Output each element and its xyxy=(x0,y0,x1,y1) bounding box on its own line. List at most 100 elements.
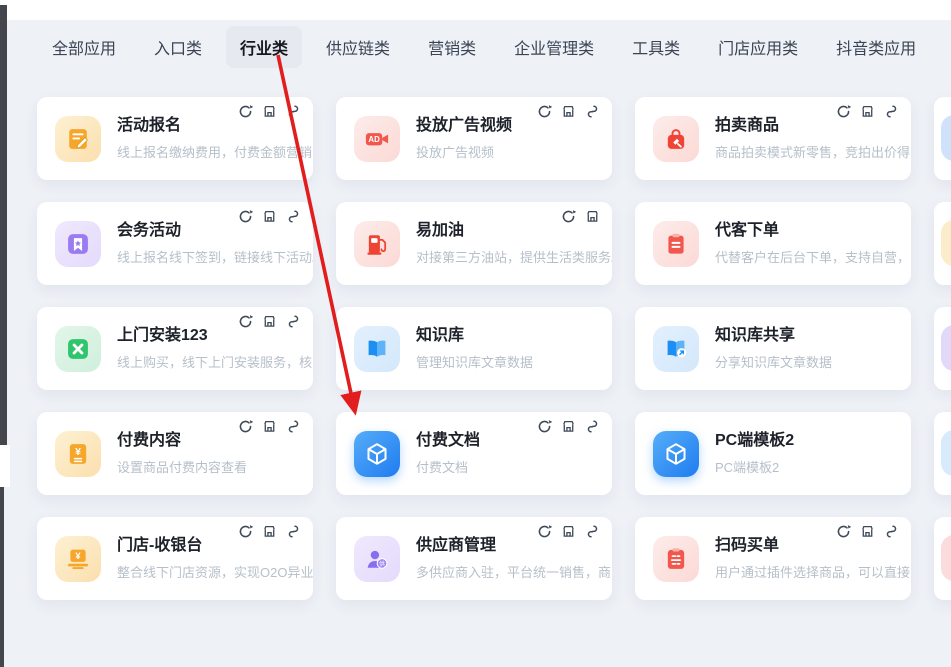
partial-app-icon xyxy=(941,535,951,581)
link-icon[interactable] xyxy=(286,209,301,224)
knowledge-share-icon xyxy=(653,326,699,372)
app-desc: 设置商品付费内容查看 xyxy=(117,457,247,476)
partial-card[interactable] xyxy=(934,517,951,600)
tab-enterprise-mgmt[interactable]: 企业管理类 xyxy=(500,26,608,68)
link-icon[interactable] xyxy=(585,524,600,539)
card-easy-refuel[interactable]: 易加油 对接第三方油站，提供生活类服务。 xyxy=(336,202,612,285)
app-desc: PC端模板2 xyxy=(715,457,794,476)
store-icon[interactable] xyxy=(262,419,277,434)
fuel-pump-icon xyxy=(354,221,400,267)
card-activity-signup[interactable]: 活动报名 线上报名缴纳费用，付费金额营销... xyxy=(37,97,313,180)
link-icon[interactable] xyxy=(585,419,600,434)
category-tab-bar: 全部应用 入口类 行业类 供应链类 营销类 企业管理类 工具类 门店应用类 抖音… xyxy=(38,26,930,68)
app-title: 知识库共享 xyxy=(715,326,832,346)
card-store-cashier[interactable]: ¥ 门店-收银台 整合线下门店资源，实现O2O异业... xyxy=(37,517,313,600)
card-knowledge-share[interactable]: 知识库共享 分享知识库文章数据 xyxy=(635,307,911,390)
app-desc: 线上报名缴纳费用，付费金额营销... xyxy=(117,142,313,161)
link-icon[interactable] xyxy=(286,419,301,434)
refresh-icon[interactable] xyxy=(238,524,253,539)
card-supplier-mgmt[interactable]: 供 供应商管理 多供应商入驻，平台统一销售，商... xyxy=(336,517,612,600)
refresh-icon[interactable] xyxy=(561,209,576,224)
link-icon[interactable] xyxy=(286,524,301,539)
card-pc-template2[interactable]: PC端模板2 PC端模板2 xyxy=(635,412,911,495)
store-icon[interactable] xyxy=(561,104,576,119)
refresh-icon[interactable] xyxy=(238,209,253,224)
left-edge-rail xyxy=(0,5,7,445)
refresh-icon[interactable] xyxy=(238,419,253,434)
tab-all-apps[interactable]: 全部应用 xyxy=(38,26,130,68)
app-title: PC端模板2 xyxy=(715,431,794,451)
app-title: 投放广告视频 xyxy=(416,116,512,136)
card-actions xyxy=(238,209,301,224)
app-market-page: 全部应用 入口类 行业类 供应链类 营销类 企业管理类 工具类 门店应用类 抖音… xyxy=(0,0,951,667)
partial-card[interactable] xyxy=(934,202,951,285)
knowledge-book-icon xyxy=(354,326,400,372)
tab-industry[interactable]: 行业类 xyxy=(226,26,302,68)
link-icon[interactable] xyxy=(286,104,301,119)
link-icon[interactable] xyxy=(286,314,301,329)
refresh-icon[interactable] xyxy=(537,419,552,434)
card-knowledge-base[interactable]: 知识库 管理知识库文章数据 xyxy=(336,307,612,390)
card-ad-video[interactable]: AD 投放广告视频 投放广告视频 xyxy=(336,97,612,180)
refresh-icon[interactable] xyxy=(836,524,851,539)
left-edge-rail xyxy=(0,487,4,667)
refresh-icon[interactable] xyxy=(537,524,552,539)
card-actions xyxy=(238,419,301,434)
app-title: 知识库 xyxy=(416,326,533,346)
card-order-on-behalf[interactable]: 代客下单 代替客户在后台下单，支持自营，... xyxy=(635,202,911,285)
card-paid-content[interactable]: ¥ 付费内容 设置商品付费内容查看 xyxy=(37,412,313,495)
app-desc: 代替客户在后台下单，支持自营，... xyxy=(715,247,911,266)
card-actions xyxy=(537,524,600,539)
app-title: 付费文档 xyxy=(416,431,480,451)
store-icon[interactable] xyxy=(561,524,576,539)
refresh-icon[interactable] xyxy=(238,104,253,119)
card-conference-activity[interactable]: 会务活动 线上报名线下签到，链接线下活动。 xyxy=(37,202,313,285)
refresh-icon[interactable] xyxy=(537,104,552,119)
app-desc: 分享知识库文章数据 xyxy=(715,352,832,371)
app-title: 易加油 xyxy=(416,221,612,241)
app-title: 会务活动 xyxy=(117,221,313,241)
card-scan-to-pay[interactable]: 扫码买单 用户通过插件选择商品，可以直接... xyxy=(635,517,911,600)
app-desc: 对接第三方油站，提供生活类服务。 xyxy=(416,247,612,266)
bookmark-star-icon xyxy=(55,221,101,267)
card-onsite-install[interactable]: 上门安装123 线上购买，线下上门安装服务，核... xyxy=(37,307,313,390)
tab-tools[interactable]: 工具类 xyxy=(618,26,694,68)
tab-store-apps[interactable]: 门店应用类 xyxy=(704,26,812,68)
scan-pay-icon xyxy=(653,536,699,582)
auction-bag-icon xyxy=(653,116,699,162)
link-icon[interactable] xyxy=(884,524,899,539)
store-icon[interactable] xyxy=(262,209,277,224)
partial-card[interactable] xyxy=(934,307,951,390)
tab-douyin-apps[interactable]: 抖音类应用 xyxy=(822,26,930,68)
app-desc: 管理知识库文章数据 xyxy=(416,352,533,371)
svg-text:AD: AD xyxy=(368,135,380,144)
tab-supply-chain[interactable]: 供应链类 xyxy=(312,26,404,68)
tab-entry[interactable]: 入口类 xyxy=(140,26,216,68)
card-paid-docs[interactable]: 付费文档 付费文档 xyxy=(336,412,612,495)
card-actions xyxy=(836,104,899,119)
card-actions xyxy=(561,209,600,224)
store-icon[interactable] xyxy=(585,209,600,224)
paid-content-icon: ¥ xyxy=(55,431,101,477)
partial-card[interactable] xyxy=(934,97,951,180)
install-tools-icon xyxy=(55,326,101,372)
svg-text:¥: ¥ xyxy=(75,551,81,561)
store-icon[interactable] xyxy=(262,524,277,539)
refresh-icon[interactable] xyxy=(238,314,253,329)
partial-card[interactable] xyxy=(934,412,951,495)
refresh-icon[interactable] xyxy=(836,104,851,119)
store-icon[interactable] xyxy=(561,419,576,434)
card-actions xyxy=(238,314,301,329)
app-desc: 商品拍卖模式新零售，竞拍出价得... xyxy=(715,142,911,161)
store-icon[interactable] xyxy=(860,524,875,539)
app-title: 拍卖商品 xyxy=(715,116,911,136)
link-icon[interactable] xyxy=(585,104,600,119)
card-actions xyxy=(537,419,600,434)
card-auction-goods[interactable]: 拍卖商品 商品拍卖模式新零售，竞拍出价得... xyxy=(635,97,911,180)
app-desc: 付费文档 xyxy=(416,457,480,476)
store-icon[interactable] xyxy=(262,104,277,119)
store-icon[interactable] xyxy=(860,104,875,119)
link-icon[interactable] xyxy=(884,104,899,119)
store-icon[interactable] xyxy=(262,314,277,329)
tab-marketing[interactable]: 营销类 xyxy=(414,26,490,68)
